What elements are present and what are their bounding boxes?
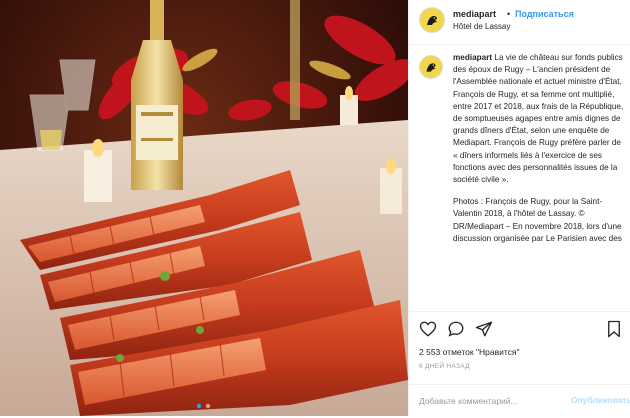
caption-body: La vie de château sur fonds publics des … [453, 53, 624, 185]
comment-row: Опубликовать [409, 384, 630, 418]
post-timestamp[interactable]: 6 ДНЕЙ НАЗАД [419, 363, 470, 370]
post-photo[interactable] [0, 0, 408, 416]
comment-input[interactable] [419, 393, 559, 409]
mediapart-logo-icon [420, 8, 444, 32]
lobster-dinner-image [0, 0, 408, 416]
caption-avatar[interactable] [419, 55, 443, 79]
bookmark-icon[interactable] [605, 320, 623, 338]
caption-text: mediapart La vie de château sur fonds pu… [453, 52, 625, 255]
mediapart-logo-icon [420, 56, 442, 78]
caption-username[interactable]: mediapart [453, 53, 492, 62]
username[interactable]: mediapart [453, 9, 496, 19]
location-link[interactable]: Hôtel de Lassay [453, 22, 510, 31]
follow-button[interactable]: Подписаться [515, 9, 574, 19]
post-sidebar: mediapart • Подписаться Hôtel de Lassay … [408, 0, 630, 416]
caption-credit: Photos : François de Rugy, pour la Saint… [453, 197, 622, 243]
separator: • [507, 9, 511, 19]
caption-area: mediapart La vie de château sur fonds pu… [409, 45, 630, 311]
carousel-dot[interactable] [205, 403, 211, 409]
like-count[interactable]: 2 553 отметок "Нравится" [419, 347, 520, 357]
comment-icon[interactable] [447, 320, 465, 338]
avatar[interactable] [419, 7, 445, 33]
share-icon[interactable] [475, 320, 493, 338]
carousel-dot-active[interactable] [196, 403, 202, 409]
heart-icon[interactable] [419, 320, 437, 338]
post-actions: 2 553 отметок "Нравится" 6 ДНЕЙ НАЗАД Оп… [409, 311, 630, 417]
post-comment-button[interactable]: Опубликовать [571, 395, 630, 405]
post-header: mediapart • Подписаться Hôtel de Lassay [409, 0, 630, 45]
